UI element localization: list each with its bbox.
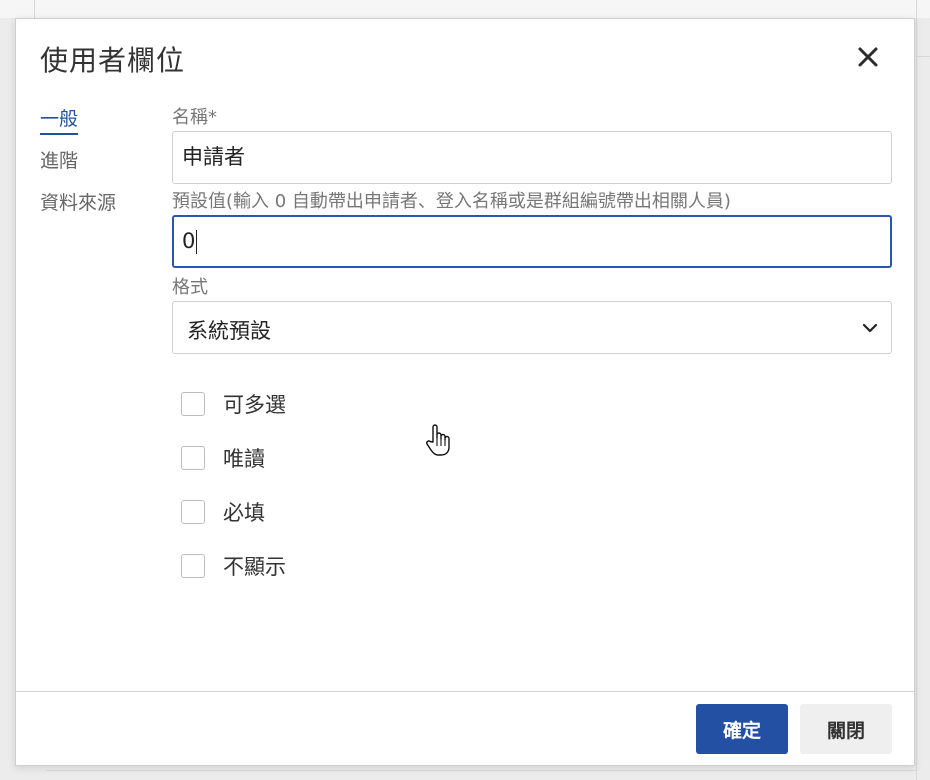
- text-caret: [196, 230, 198, 254]
- default-value-label: 預設值(輸入 0 自動帶出申請者、登入名稱或是群組編號帶出相關人員): [172, 191, 731, 212]
- background-divider: [916, 56, 930, 57]
- side-nav: 一般 進階 資料來源: [40, 105, 150, 231]
- format-label: 格式: [172, 277, 208, 298]
- confirm-button[interactable]: 確定: [696, 704, 788, 754]
- checkbox-label: 必填: [223, 501, 265, 525]
- name-field-value: 申請者: [182, 145, 245, 169]
- background-page: [0, 0, 930, 18]
- dialog-title: 使用者欄位: [40, 44, 186, 77]
- nav-item-general[interactable]: 一般: [40, 105, 150, 147]
- hand-pointer-icon: [426, 424, 450, 456]
- format-select-value: 系統預設: [187, 319, 271, 343]
- nav-item-label: 進階: [40, 150, 79, 172]
- chevron-down-icon: [862, 323, 878, 333]
- default-value-field-value: 0: [182, 229, 196, 253]
- general-form: 名稱* 申請者 預設值(輸入 0 自動帶出申請者、登入名稱或是群組編號帶出相關人…: [172, 105, 892, 354]
- close-icon[interactable]: [854, 43, 882, 71]
- background-divider: [46, 770, 916, 771]
- user-field-dialog: 使用者欄位 一般 進階 資料來源 名稱* 申請者 預設值(輸入 0 自動帶出申請…: [15, 18, 916, 766]
- nav-item-label: 一般: [40, 108, 79, 135]
- background-divider: [916, 0, 917, 780]
- format-select[interactable]: 系統預設: [172, 301, 892, 354]
- checkbox-label: 不顯示: [223, 555, 286, 579]
- default-value-field[interactable]: 0: [172, 215, 892, 268]
- checkbox[interactable]: [181, 392, 205, 416]
- nav-item-data-source[interactable]: 資料來源: [40, 189, 150, 231]
- checkbox-label: 可多選: [223, 393, 286, 417]
- background-divider: [34, 0, 35, 18]
- name-field[interactable]: 申請者: [172, 131, 892, 184]
- nav-item-advanced[interactable]: 進階: [40, 147, 150, 189]
- checkbox-required[interactable]: 必填: [181, 485, 286, 539]
- checkbox[interactable]: [181, 446, 205, 470]
- checkbox-read-only[interactable]: 唯讀: [181, 431, 286, 485]
- close-button[interactable]: 關閉: [800, 704, 892, 754]
- checkbox[interactable]: [181, 500, 205, 524]
- footer-divider: [16, 691, 916, 692]
- checkbox[interactable]: [181, 554, 205, 578]
- nav-item-label: 資料來源: [40, 192, 117, 214]
- name-label: 名稱*: [172, 107, 217, 128]
- checkbox-multi-select[interactable]: 可多選: [181, 377, 286, 431]
- checkbox-label: 唯讀: [223, 447, 265, 471]
- checkbox-hidden[interactable]: 不顯示: [181, 539, 286, 593]
- options-checklist: 可多選 唯讀 必填 不顯示: [181, 377, 286, 593]
